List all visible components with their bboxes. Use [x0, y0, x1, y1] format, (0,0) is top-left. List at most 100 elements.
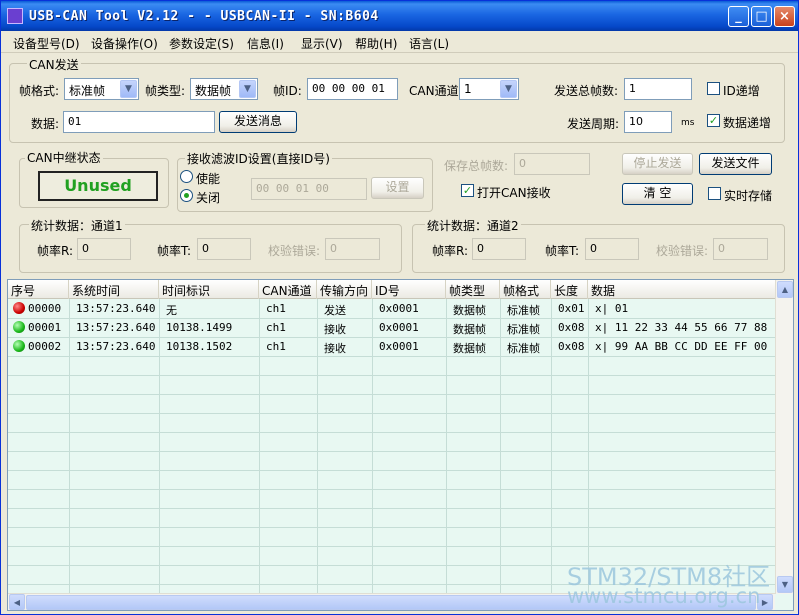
grid-row-line — [8, 432, 775, 433]
can-relay-title: CAN中继状态 — [25, 149, 103, 166]
data-label: 数据: — [31, 117, 60, 131]
open-can-receive-checkbox[interactable]: ✓ — [461, 184, 474, 197]
minimize-button[interactable]: _ — [728, 6, 749, 27]
realtime-save-label: 实时存储 — [724, 189, 773, 203]
id-increment-label: ID递增 — [723, 84, 760, 98]
row-index-cell: 00002 — [10, 337, 69, 356]
id-increment-checkbox[interactable] — [707, 82, 720, 95]
table-row[interactable]: 00001 13:57:23.640 10138.1499 ch1 接收 0x0… — [8, 318, 775, 337]
row-timestamp-cell: 10138.1499 — [166, 321, 233, 334]
row-channel-cell: ch1 — [266, 302, 286, 315]
column-header-timestamp[interactable]: 时间标识 — [159, 280, 259, 299]
clear-button[interactable]: 清 空 — [622, 183, 693, 205]
realtime-save-checkbox[interactable] — [708, 187, 721, 200]
data-input[interactable]: 01 — [63, 111, 215, 133]
title-bar[interactable]: USB-CAN Tool V2.12 - - USBCAN-II - SN:B6… — [1, 1, 798, 31]
can-channel-select[interactable]: 1 ▼ — [459, 78, 519, 100]
row-system-time-cell: 13:57:23.640 — [76, 321, 156, 334]
close-button[interactable]: × — [774, 6, 795, 27]
menu-language[interactable]: 语言(L) — [409, 35, 449, 52]
row-frame-format-cell: 标准帧 — [507, 342, 540, 355]
frame-format-label: 帧格式: — [19, 84, 60, 98]
grid-row-line — [8, 470, 775, 471]
column-header-direction[interactable]: 传输方向 — [317, 280, 372, 299]
grid-row-line — [8, 413, 775, 414]
column-header-length[interactable]: 长度 — [551, 280, 588, 299]
column-header-frame-type[interactable]: 帧类型 — [446, 280, 500, 299]
stats2-tx-label: 帧率T: — [545, 244, 580, 258]
column-header-can-channel[interactable]: CAN通道 — [259, 280, 317, 299]
can-send-title: CAN发送 — [27, 56, 81, 73]
scroll-down-icon[interactable]: ▼ — [777, 576, 793, 593]
row-direction-cell: 接收 — [324, 323, 346, 336]
row-length-cell: 0x01 — [558, 302, 585, 315]
row-id-cell: 0x0001 — [379, 340, 419, 353]
receive-status-led-icon — [13, 340, 25, 352]
row-frame-type-cell: 数据帧 — [453, 342, 486, 355]
menu-device-operation[interactable]: 设备操作(O) — [91, 35, 158, 52]
relay-status-display: Unused — [38, 171, 158, 201]
grid-row-line — [8, 489, 775, 490]
send-period-label: 发送周期: — [567, 117, 620, 131]
row-frame-type-cell: 数据帧 — [453, 323, 486, 336]
column-header-id[interactable]: ID号 — [372, 280, 446, 299]
grid-row-line — [8, 546, 775, 547]
send-message-button[interactable]: 发送消息 — [219, 111, 297, 133]
menu-info[interactable]: 信息(I) — [247, 35, 284, 52]
scroll-up-icon[interactable]: ▲ — [777, 281, 793, 298]
row-index-cell: 00000 — [10, 299, 69, 318]
data-increment-checkbox[interactable]: ✓ — [707, 114, 720, 127]
column-header-data[interactable]: 数据 — [588, 280, 775, 299]
frame-format-select[interactable]: 标准帧 ▼ — [64, 78, 139, 100]
filter-set-button[interactable]: 设置 — [371, 177, 424, 199]
grid-row-line — [8, 508, 775, 509]
window-title: USB-CAN Tool V2.12 - - USBCAN-II - SN:B6… — [29, 9, 379, 24]
frame-type-select[interactable]: 数据帧 ▼ — [190, 78, 258, 100]
row-frame-format-cell: 标准帧 — [507, 304, 540, 317]
grid-row-line — [8, 356, 775, 357]
maximize-button[interactable]: □ — [751, 6, 772, 27]
frame-format-value: 标准帧 — [69, 84, 106, 98]
send-file-button[interactable]: 发送文件 — [699, 153, 772, 175]
table-row[interactable]: 00002 13:57:23.640 10138.1502 ch1 接收 0x0… — [8, 337, 775, 356]
stats2-err-value: 0 — [713, 238, 768, 260]
column-header-index[interactable]: 序号 — [8, 280, 69, 299]
menu-display[interactable]: 显示(V) — [301, 35, 343, 52]
grid-row-line — [8, 394, 775, 395]
save-total-input[interactable]: 0 — [514, 153, 590, 175]
receive-status-led-icon — [13, 321, 25, 333]
app-window: USB-CAN Tool V2.12 - - USBCAN-II - SN:B6… — [0, 0, 799, 615]
app-icon — [7, 8, 23, 24]
watermark-url: www.stmcu.org.cn — [567, 584, 761, 608]
row-data-cell: x| 01 — [595, 302, 629, 315]
stats2-err-label: 校验错误: — [656, 244, 709, 258]
scroll-left-icon[interactable]: ◀ — [9, 594, 25, 610]
send-period-input[interactable]: 10 — [624, 111, 672, 133]
send-total-label: 发送总帧数: — [554, 84, 619, 98]
menu-help[interactable]: 帮助(H) — [355, 35, 397, 52]
table-row[interactable]: 00000 13:57:23.640 无 ch1 发送 0x0001 数据帧 标… — [8, 299, 775, 318]
column-header-frame-format[interactable]: 帧格式 — [500, 280, 551, 299]
stop-send-button[interactable]: 停止发送 — [622, 153, 693, 175]
data-increment-label: 数据递增 — [723, 116, 772, 130]
frame-id-input[interactable]: 00 00 00 01 — [307, 78, 398, 100]
row-timestamp-cell: 无 — [166, 304, 177, 317]
filter-enable-label: 使能 — [196, 172, 221, 186]
row-system-time-cell: 13:57:23.640 — [76, 340, 156, 353]
filter-enable-radio[interactable] — [180, 170, 193, 183]
frame-id-label: 帧ID: — [273, 84, 302, 98]
filter-disable-label: 关闭 — [196, 191, 221, 205]
grid-row-line — [8, 375, 775, 376]
chevron-down-icon: ▼ — [120, 80, 137, 98]
stats-channel1-title: 统计数据：通道1 — [29, 217, 125, 234]
menu-device-type[interactable]: 设备型号(D) — [13, 35, 80, 52]
send-total-input[interactable]: 1 — [624, 78, 692, 100]
filter-id-input[interactable]: 00 00 01 00 — [251, 178, 367, 200]
row-length-cell: 0x08 — [558, 321, 585, 334]
row-channel-cell: ch1 — [266, 340, 286, 353]
filter-disable-radio[interactable] — [180, 189, 193, 202]
frame-type-label: 帧类型: — [145, 84, 186, 98]
menu-parameter-settings[interactable]: 参数设定(S) — [169, 35, 234, 52]
column-header-system-time[interactable]: 系统时间 — [69, 280, 159, 299]
vertical-scrollbar[interactable]: ▲ ▼ — [775, 280, 793, 594]
